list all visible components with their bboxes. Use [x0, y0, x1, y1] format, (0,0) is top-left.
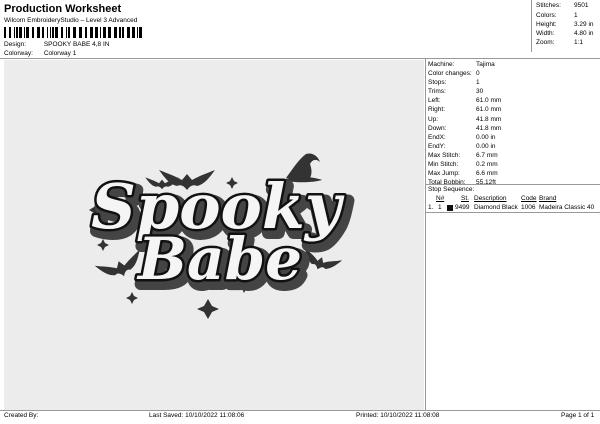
colors-value: 1 — [574, 12, 578, 19]
stat-row: Trims: 30 — [428, 87, 600, 96]
summary-box: Stitches: 9501 Colors: 1 Height: 3.29 in Wi… — [531, 0, 600, 52]
stat-row: Right: 61.0 mm — [428, 105, 600, 114]
stat-row: Left: 61.0 mm — [428, 96, 600, 105]
embroidery-design: Spooky Spooky Spooky Babe Babe Babe — [89, 153, 355, 319]
created-by: Created By: — [4, 412, 39, 419]
stat-row: EndX: 0.00 in — [428, 133, 600, 142]
stat-value: 6.7 mm — [476, 151, 498, 159]
colorway-row: Colorway: Colorway 1 — [4, 50, 76, 57]
colorway-label: Colorway: — [4, 50, 33, 57]
stat-label: Machine: — [428, 61, 455, 68]
stat-label: Min Stitch: — [428, 161, 459, 169]
stat-row: Stops: 1 — [428, 78, 600, 87]
stitches-label: Stitches: — [536, 2, 561, 9]
stat-label: Max Jump: — [428, 170, 460, 178]
row-brand: Madeira Classic 40 — [539, 204, 595, 211]
stat-label: Up: — [428, 115, 439, 123]
design-label: Design: — [4, 41, 27, 48]
column-divider — [425, 58, 426, 410]
colors-label: Colors: — [536, 12, 557, 19]
stat-value: Tajima — [476, 61, 495, 68]
zoom-value: 1:1 — [574, 39, 584, 46]
col-description: Description — [474, 195, 507, 202]
sequence-row-divider — [425, 212, 600, 213]
stat-row: Min Stitch: 0.2 mm — [428, 160, 600, 169]
stop-sequence-title: Stop Sequence: — [428, 186, 475, 193]
stat-value: 61.0 mm — [476, 97, 502, 105]
stat-label: Right: — [428, 106, 445, 114]
stat-label: Max Stitch: — [428, 151, 461, 159]
zoom-label: Zoom: — [536, 39, 555, 46]
row-description: Diamond Black — [474, 204, 518, 211]
stat-row: Down: 41.8 mm — [428, 124, 600, 133]
stat-row: Color changes: 0 — [428, 69, 600, 78]
stat-label: Trims: — [428, 88, 446, 96]
printed-date: Printed: 10/10/2022 11:08:08 — [356, 412, 440, 419]
page-number: Page 1 of 1 — [561, 412, 595, 419]
width-row: Width: 4.80 in — [536, 30, 594, 37]
stitches-row: Stitches: 9501 — [536, 2, 588, 9]
col-num: N# — [436, 195, 445, 202]
stat-value: 6.6 mm — [476, 170, 498, 178]
software-subtitle: Wilcom EmbroideryStudio – Level 3 Advanc… — [4, 17, 138, 24]
thread-color-swatch — [447, 205, 453, 211]
stat-row: Up: 41.8 mm — [428, 115, 600, 124]
zoom-row: Zoom: 1:1 — [536, 39, 583, 46]
colors-row: Colors: 1 — [536, 12, 578, 19]
stat-value: 30 — [476, 88, 484, 96]
stat-label: EndX: — [428, 133, 446, 141]
babe-text: Babe Babe Babe — [133, 223, 312, 305]
col-brand: Brand — [539, 195, 557, 202]
stat-value: 0.00 in — [476, 142, 496, 150]
row-index: 1. — [428, 204, 434, 211]
col-code: Code — [521, 195, 537, 202]
stat-value: 41.8 mm — [476, 115, 502, 123]
stat-label: Color changes: — [428, 70, 472, 78]
stat-value: 61.0 mm — [476, 106, 502, 114]
width-label: Width: — [536, 30, 555, 37]
stat-value: 41.8 mm — [476, 124, 502, 132]
stat-row: Max Jump: 6.6 mm — [428, 169, 600, 178]
machine-stats: Machine: Tajima Color changes: 0 Stops: 1 Trim… — [428, 60, 600, 187]
design-value: SPOOKY BABE 4,8 IN — [43, 41, 110, 48]
design-row: Design: SPOOKY BABE 4,8 IN — [4, 41, 109, 48]
page-title: Production Worksheet — [4, 3, 122, 15]
header-divider — [0, 58, 600, 59]
stat-value: 1 — [476, 79, 480, 87]
row-num: 1 — [438, 204, 442, 211]
stitches-value: 9501 — [574, 2, 589, 9]
stat-label: Left: — [428, 97, 441, 105]
height-row: Height: 3.29 in — [536, 21, 594, 28]
stat-row: EndY: 0.00 in — [428, 142, 600, 151]
row-code: 1006 — [521, 204, 536, 211]
row-st: 9499 — [455, 204, 470, 211]
design-preview: Spooky Spooky Spooky Babe Babe Babe — [4, 60, 424, 410]
height-label: Height: — [536, 21, 557, 28]
stat-label: EndY: — [428, 142, 446, 150]
stat-value: 0.00 in — [476, 133, 496, 141]
colorway-value: Colorway 1 — [43, 50, 77, 57]
stat-label: Down: — [428, 124, 447, 132]
stat-value: 0.2 mm — [476, 161, 498, 169]
stat-row: Machine: Tajima — [428, 60, 600, 69]
col-st: St. — [461, 195, 469, 202]
height-value: 3.29 in — [574, 21, 594, 28]
footer-divider — [0, 410, 600, 411]
stat-value: 0 — [476, 70, 480, 78]
barcode — [4, 27, 142, 38]
stat-value: 55.12ft — [476, 179, 496, 187]
last-saved: Last Saved: 10/10/2022 11:08:06 — [149, 412, 245, 419]
stat-row: Max Stitch: 6.7 mm — [428, 151, 600, 160]
babe-text-fill: Babe — [136, 225, 302, 293]
width-value: 4.80 in — [574, 30, 594, 37]
stat-label: Stops: — [428, 79, 447, 87]
